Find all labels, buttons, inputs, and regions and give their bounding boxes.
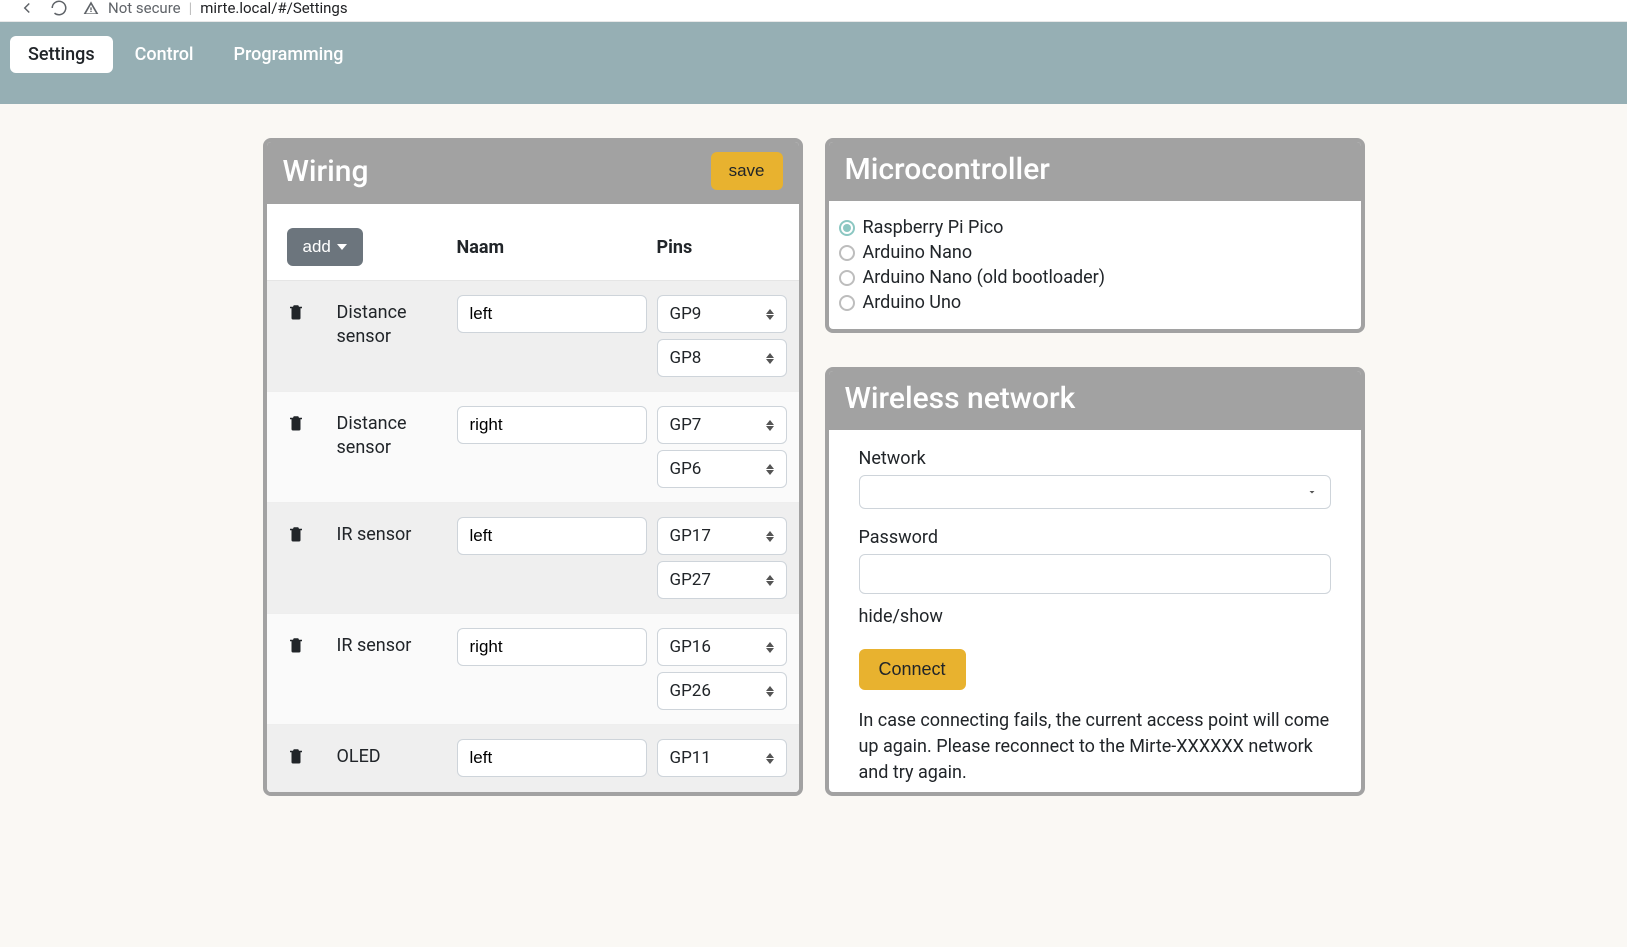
stepper-icon <box>766 353 774 364</box>
warning-icon <box>82 0 100 17</box>
pin-select[interactable]: GP6 <box>657 450 787 488</box>
radio-icon <box>839 220 855 236</box>
connect-button[interactable]: Connect <box>859 649 966 690</box>
row-name-input[interactable] <box>457 295 647 333</box>
row-type-label: OLED <box>337 739 447 769</box>
trash-icon[interactable] <box>287 303 327 325</box>
stepper-icon <box>766 575 774 586</box>
pin-select[interactable]: GP26 <box>657 672 787 710</box>
microcontroller-option[interactable]: Raspberry Pi Pico <box>839 215 1351 240</box>
tab-programming[interactable]: Programming <box>216 36 362 73</box>
wiring-row: IR sensor GP16 GP26 <box>267 614 799 725</box>
row-type-label: IR sensor <box>337 517 447 547</box>
row-name-input[interactable] <box>457 628 647 666</box>
microcontroller-title: Microcontroller <box>845 152 1050 187</box>
tab-control[interactable]: Control <box>117 36 212 73</box>
col-header-pins: Pins <box>657 237 779 258</box>
chevron-down-icon <box>337 244 347 250</box>
pin-select[interactable]: GP27 <box>657 561 787 599</box>
stepper-icon <box>766 420 774 431</box>
pin-select[interactable]: GP9 <box>657 295 787 333</box>
pin-value: GP26 <box>670 681 711 701</box>
pin-value: GP11 <box>670 748 711 768</box>
pin-select[interactable]: GP8 <box>657 339 787 377</box>
wiring-title: Wiring <box>283 154 369 189</box>
microcontroller-option-label: Arduino Nano (old bootloader) <box>863 267 1106 288</box>
microcontroller-option-label: Raspberry Pi Pico <box>863 217 1004 238</box>
row-type-label: IR sensor <box>337 628 447 658</box>
pin-value: GP8 <box>670 348 702 368</box>
page-url[interactable]: mirte.local/#/Settings <box>200 0 347 17</box>
network-label: Network <box>859 448 1331 469</box>
hide-show-toggle[interactable]: hide/show <box>859 606 1331 627</box>
reload-icon[interactable] <box>50 0 68 17</box>
stepper-icon <box>766 464 774 475</box>
row-name-input[interactable] <box>457 517 647 555</box>
wireless-card: Wireless network Network Password hide/s… <box>825 367 1365 796</box>
app-tab-strip: Settings Control Programming <box>0 22 1627 104</box>
save-button[interactable]: save <box>711 152 783 190</box>
browser-chrome: Not secure | mirte.local/#/Settings <box>0 0 1627 22</box>
password-input[interactable] <box>859 554 1331 594</box>
radio-icon <box>839 245 855 261</box>
trash-icon[interactable] <box>287 414 327 436</box>
main-content: Wiring save add Naam Pins Distance senso… <box>0 104 1627 836</box>
url-separator: | <box>189 0 193 17</box>
wireless-hint: In case connecting fails, the current ac… <box>859 708 1331 792</box>
trash-icon[interactable] <box>287 636 327 658</box>
pin-value: GP9 <box>670 304 702 324</box>
pin-select[interactable]: GP7 <box>657 406 787 444</box>
pin-select[interactable]: GP16 <box>657 628 787 666</box>
microcontroller-option[interactable]: Arduino Uno <box>839 290 1351 315</box>
wireless-title: Wireless network <box>845 381 1076 416</box>
wiring-row: Distance sensor GP7 GP6 <box>267 392 799 503</box>
wiring-scroll-area[interactable]: add Naam Pins Distance sensorGP9GP8Dista… <box>267 204 799 792</box>
stepper-icon <box>766 642 774 653</box>
microcontroller-card: Microcontroller Raspberry Pi Pico Arduino… <box>825 138 1365 333</box>
not-secure-label: Not secure <box>108 0 181 17</box>
back-icon[interactable] <box>18 0 36 17</box>
stepper-icon <box>766 753 774 764</box>
trash-icon[interactable] <box>287 747 327 769</box>
wiring-card: Wiring save add Naam Pins Distance senso… <box>263 138 803 796</box>
radio-icon <box>839 295 855 311</box>
password-label: Password <box>859 527 1331 548</box>
pin-value: GP17 <box>670 526 711 546</box>
pin-value: GP6 <box>670 459 702 479</box>
stepper-icon <box>766 531 774 542</box>
tab-settings[interactable]: Settings <box>10 36 113 73</box>
pin-value: GP7 <box>670 415 702 435</box>
wiring-row: IR sensor GP17 GP27 <box>267 503 799 614</box>
microcontroller-option-label: Arduino Nano <box>863 242 973 263</box>
col-header-naam: Naam <box>457 237 647 258</box>
pin-value: GP16 <box>670 637 711 657</box>
row-name-input[interactable] <box>457 406 647 444</box>
network-select[interactable] <box>859 475 1331 509</box>
microcontroller-option[interactable]: Arduino Nano <box>839 240 1351 265</box>
microcontroller-option[interactable]: Arduino Nano (old bootloader) <box>839 265 1351 290</box>
chevron-down-icon <box>1306 486 1318 498</box>
row-name-input[interactable] <box>457 739 647 777</box>
wiring-row: Distance sensor GP9 GP8 <box>267 281 799 392</box>
add-button[interactable]: add <box>287 228 363 266</box>
radio-icon <box>839 270 855 286</box>
pin-select[interactable]: GP11 <box>657 739 787 777</box>
pin-value: GP27 <box>670 570 711 590</box>
wiring-row: OLED GP11 <box>267 725 799 792</box>
row-type-label: Distance sensor <box>337 295 447 350</box>
row-type-label: Distance sensor <box>337 406 447 461</box>
stepper-icon <box>766 309 774 320</box>
trash-icon[interactable] <box>287 525 327 547</box>
pin-select[interactable]: GP17 <box>657 517 787 555</box>
add-label: add <box>303 237 331 257</box>
microcontroller-option-label: Arduino Uno <box>863 292 962 313</box>
stepper-icon <box>766 686 774 697</box>
